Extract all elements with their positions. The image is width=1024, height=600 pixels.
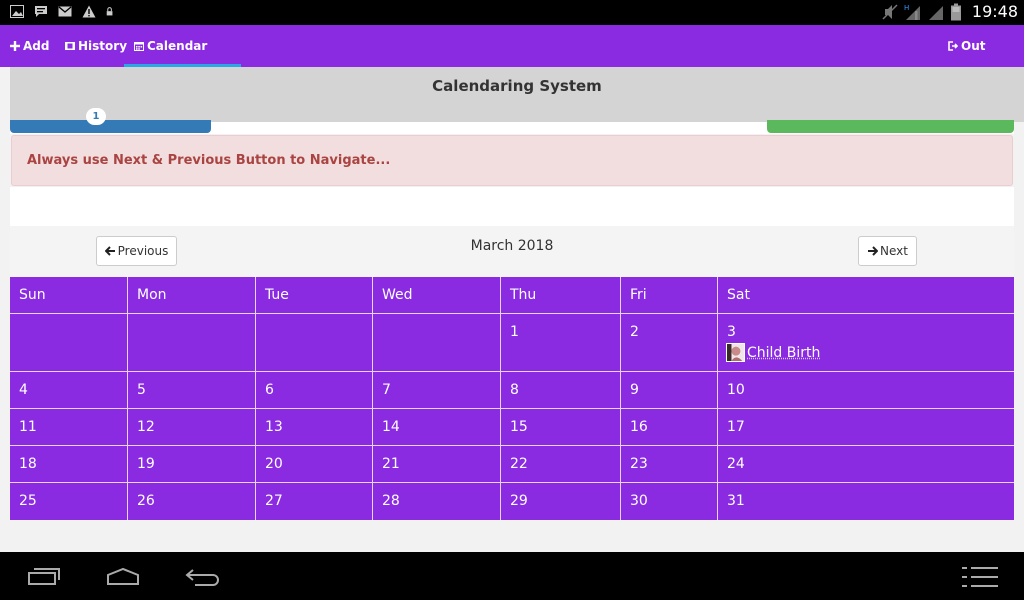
weekday-thu: Thu [501,277,621,314]
status-icons-right: H 19:48 [882,2,1018,21]
weekday-fri: Fri [621,277,718,314]
day-cell[interactable] [373,314,501,372]
nav-add-label: Add [23,39,50,53]
clock: 19:48 [971,2,1018,21]
day-cell[interactable]: 24 [718,446,1014,483]
plus-icon [10,41,20,51]
day-cell[interactable]: 4 [10,372,128,409]
day-cell[interactable]: 14 [373,409,501,446]
alert-box: Always use Next & Previous Button to Nav… [11,135,1013,186]
title-panel: Calendaring System [10,67,1024,122]
warning-icon [82,5,96,18]
nav-history-label: History [78,39,128,53]
nav-logout-label: Out [961,39,986,53]
page-title: Calendaring System [432,77,602,95]
weekday-mon: Mon [128,277,256,314]
count-badge: 1 [86,108,106,125]
day-cell[interactable]: 13 [256,409,373,446]
day-cell[interactable]: 7 [373,372,501,409]
calendar-icon [134,42,144,51]
logout-icon [948,41,958,51]
nav-add[interactable]: Add [10,25,49,67]
day-cell[interactable] [10,314,128,372]
day-cell[interactable]: 29 [501,483,621,520]
day-cell[interactable]: 30 [621,483,718,520]
weekday-sat: Sat [718,277,1014,314]
day-number: 3 [727,324,736,340]
day-cell[interactable] [256,314,373,372]
day-cell[interactable]: 17 [718,409,1014,446]
nav-history[interactable]: History [65,25,127,67]
status-bar: H 19:48 [0,0,1024,25]
day-cell[interactable]: 10 [718,372,1014,409]
day-cell[interactable]: 31 [718,483,1014,520]
day-cell[interactable]: 6 [256,372,373,409]
day-cell[interactable]: 5 [128,372,256,409]
day-cell[interactable]: 11 [10,409,128,446]
mute-icon [882,3,898,20]
day-cell[interactable]: 28 [373,483,501,520]
status-icons-left [10,5,116,18]
alert-text: Always use Next & Previous Button to Nav… [27,153,391,168]
home-icon[interactable] [106,566,140,586]
day-cell[interactable]: 26 [128,483,256,520]
calendar-header: Previous March 2018 Next [10,226,1014,277]
nav-calendar-label: Calendar [147,39,208,53]
signal-icon [928,5,943,20]
day-cell[interactable]: 19 [128,446,256,483]
baby-photo-icon [726,343,745,362]
day-cell[interactable]: 21 [373,446,501,483]
recent-apps-icon[interactable] [27,566,61,586]
day-cell[interactable]: 15 [501,409,621,446]
image-icon [10,5,24,18]
nav-calendar[interactable]: Calendar [123,25,242,67]
day-cell[interactable]: 22 [501,446,621,483]
system-nav-bar [0,552,1024,600]
day-cell[interactable]: 23 [621,446,718,483]
message-icon [35,6,47,17]
day-cell[interactable]: 2 [621,314,718,372]
nav-logout[interactable]: Out [948,25,985,67]
film-icon [65,42,75,50]
day-cell[interactable]: 20 [256,446,373,483]
event-label: Child Birth [747,344,821,361]
weekday-sun: Sun [10,277,128,314]
day-cell[interactable]: 12 [128,409,256,446]
mail-icon [58,6,72,17]
green-tab[interactable] [767,120,1014,133]
spacer [10,187,1014,226]
app-navbar: Add History Calendar Out [0,25,1024,67]
day-cell[interactable]: 1 [501,314,621,372]
next-button-label: Next [880,244,908,258]
back-icon[interactable] [185,566,221,586]
day-cell[interactable]: 8 [501,372,621,409]
weekday-wed: Wed [373,277,501,314]
day-cell[interactable]: 16 [621,409,718,446]
calendar-grid: Sun Mon Tue Wed Thu Fri Sat 1 2 3 Child … [10,277,1014,520]
day-cell[interactable]: 25 [10,483,128,520]
next-button[interactable]: Next [858,236,917,266]
blue-tab[interactable] [10,120,211,133]
svg-text:H: H [904,4,909,12]
arrow-right-icon [868,246,879,256]
menu-icon[interactable] [962,566,998,588]
day-cell[interactable] [128,314,256,372]
day-cell[interactable]: 18 [10,446,128,483]
day-cell-with-event[interactable]: 3 Child Birth [718,314,1014,372]
day-cell[interactable]: 27 [256,483,373,520]
battery-icon [950,3,961,20]
event-child-birth[interactable]: Child Birth [726,343,1014,362]
signal-h-icon: H [904,4,920,20]
day-cell[interactable]: 9 [621,372,718,409]
lock-icon [106,7,113,16]
weekday-tue: Tue [256,277,373,314]
